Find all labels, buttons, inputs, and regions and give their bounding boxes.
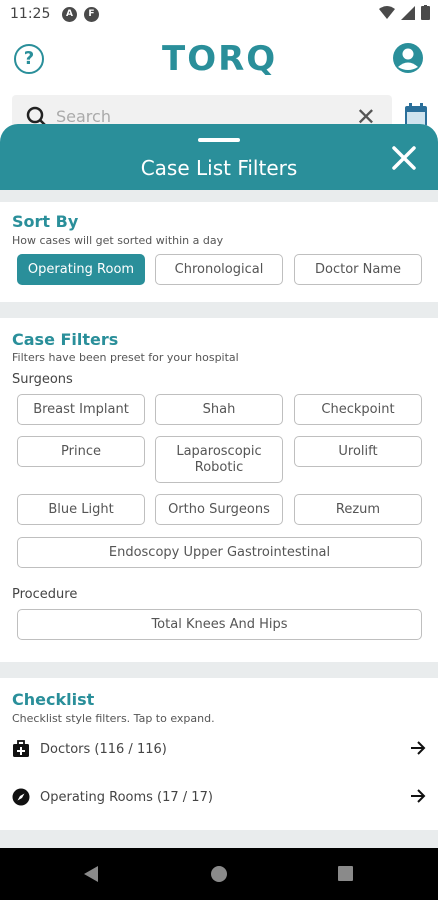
surgeon-chip[interactable]: Prince: [17, 436, 145, 467]
system-nav-bar: [0, 848, 438, 900]
surgeons-label: Surgeons: [12, 372, 73, 387]
surgeon-chip[interactable]: Rezum: [294, 494, 422, 525]
status-time: 11:25: [10, 6, 51, 22]
arrow-right-icon[interactable]: [410, 788, 426, 804]
sort-section: Sort By How cases will get sorted within…: [0, 202, 438, 302]
surgeon-chip[interactable]: Checkpoint: [294, 394, 422, 425]
back-icon[interactable]: [82, 865, 100, 883]
sheet-title: Case List Filters: [140, 156, 298, 180]
sort-subtitle: How cases will get sorted within a day: [12, 234, 224, 247]
checklist-item-doctors[interactable]: Doctors (116 / 116): [12, 737, 426, 761]
wifi-icon: [379, 5, 395, 19]
surgeon-chip[interactable]: Blue Light: [17, 494, 145, 525]
notification-icon: A: [62, 7, 77, 22]
medical-bag-icon: [13, 740, 29, 757]
close-icon[interactable]: [390, 144, 418, 172]
checklist-item-label: Operating Rooms (17 / 17): [40, 789, 213, 805]
procedure-chip[interactable]: Total Knees And Hips: [17, 609, 422, 640]
procedure-label: Procedure: [12, 587, 78, 602]
surgeon-chip[interactable]: Shah: [155, 394, 283, 425]
case-filters-section: Case Filters Filters have been preset fo…: [0, 318, 438, 662]
arrow-right-icon[interactable]: [410, 740, 426, 756]
sort-operating-room-chip[interactable]: Operating Room: [17, 254, 145, 285]
surgeon-chip[interactable]: Laparoscopic Robotic: [155, 436, 283, 483]
notification-icon: F: [84, 7, 99, 22]
drag-handle[interactable]: [198, 138, 240, 142]
sort-doctor-name-chip[interactable]: Doctor Name: [294, 254, 422, 285]
surgeon-chip[interactable]: Endoscopy Upper Gastrointestinal: [17, 537, 422, 568]
checklist-title: Checklist: [12, 690, 95, 709]
checklist-subtitle: Checklist style filters. Tap to expand.: [12, 712, 215, 725]
recents-icon[interactable]: [337, 865, 354, 882]
filters-subtitle: Filters have been preset for your hospit…: [12, 351, 239, 364]
home-icon[interactable]: [210, 865, 228, 883]
app-header: ? TORQ: [0, 30, 438, 88]
account-icon[interactable]: [392, 42, 424, 74]
checklist-item-label: Doctors (116 / 116): [40, 741, 167, 757]
checklist-item-operating-rooms[interactable]: Operating Rooms (17 / 17): [12, 785, 426, 809]
help-icon[interactable]: ?: [14, 44, 44, 74]
battery-icon: [421, 5, 430, 20]
sort-chronological-chip[interactable]: Chronological: [155, 254, 283, 285]
surgeon-chip[interactable]: Urolift: [294, 436, 422, 467]
signal-icon: [401, 5, 415, 20]
checklist-section: Checklist Checklist style filters. Tap t…: [0, 678, 438, 830]
torq-logo: TORQ: [162, 39, 278, 79]
compass-icon: [12, 788, 30, 806]
status-bar: 11:25 A F: [0, 0, 438, 30]
surgeon-chip[interactable]: Ortho Surgeons: [155, 494, 283, 525]
filter-sheet: Case List Filters Sort By How cases will…: [0, 124, 438, 848]
filters-title: Case Filters: [12, 330, 119, 349]
sheet-header: Case List Filters: [0, 124, 438, 190]
sort-title: Sort By: [12, 212, 79, 231]
surgeon-chip[interactable]: Breast Implant: [17, 394, 145, 425]
